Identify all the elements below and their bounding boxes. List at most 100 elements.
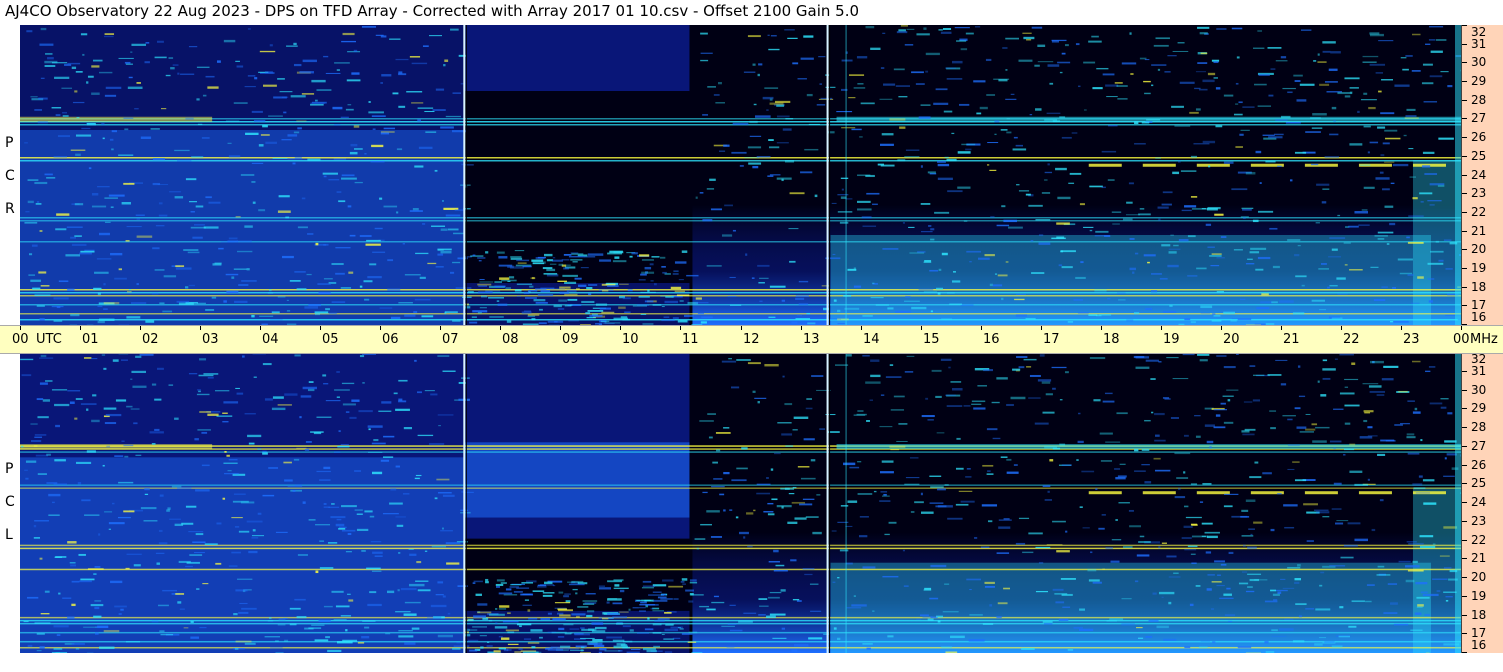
frequency-tick-mark: [1462, 558, 1467, 559]
frequency-tick-mark: [1462, 615, 1467, 616]
frequency-tick-mark: [1462, 137, 1467, 138]
frequency-tick-label-rcp: 19: [1471, 261, 1487, 275]
frequency-tick-label-rcp: 31: [1471, 37, 1487, 51]
time-tick-label: 05: [322, 332, 339, 347]
frequency-tick-mark: [1462, 305, 1467, 306]
time-tick-label: 06: [382, 332, 399, 347]
frequency-tick-label-rcp: 30: [1471, 55, 1487, 69]
time-tick-mark: [560, 326, 561, 330]
frequency-tick-label-lcp: 18: [1471, 608, 1487, 622]
frequency-tick-mark: [1462, 81, 1467, 82]
frequency-tick-label-rcp: 22: [1471, 205, 1487, 219]
time-tick-mark: [1161, 326, 1162, 330]
time-tick-label: 22: [1343, 332, 1360, 347]
time-tick-mark: [620, 326, 621, 330]
time-tick-label: 04: [262, 332, 279, 347]
frequency-tick-label-lcp: 28: [1471, 420, 1487, 434]
time-tick-mark: [1341, 326, 1342, 330]
frequency-tick-label-lcp: 30: [1471, 383, 1487, 397]
frequency-tick-label-lcp: 22: [1471, 533, 1487, 547]
spectrogram-image: [20, 25, 1461, 325]
frequency-tick-label-rcp: 16: [1471, 310, 1487, 324]
time-tick-label: 07: [442, 332, 459, 347]
time-tick-mark: [921, 326, 922, 330]
lcp-frequency-axis: 32 31 30 29 28 27 26 25 24 23 22 21 20 19 18 17 16: [1461, 352, 1503, 653]
time-tick-mark: [20, 326, 21, 330]
frequency-tick-mark: [1462, 502, 1467, 503]
rcp-letter-2: C: [5, 168, 15, 184]
time-tick-label: 14: [863, 332, 880, 347]
frequency-tick-mark: [1462, 62, 1467, 63]
frequency-tick-label-rcp: 25: [1471, 149, 1487, 163]
time-tick-label: 02: [142, 332, 159, 347]
frequency-tick-mark: [1462, 44, 1467, 45]
spectrogram-image: [20, 352, 1461, 653]
time-tick-mark: [981, 326, 982, 330]
frequency-tick-mark: [1462, 652, 1467, 653]
time-tick-label: 08: [502, 332, 519, 347]
time-tick-mark: [801, 326, 802, 330]
frequency-tick-mark: [1462, 287, 1467, 288]
frequency-tick-label-rcp: 23: [1471, 186, 1487, 200]
frequency-tick-label-rcp: 24: [1471, 168, 1487, 182]
time-tick-mark: [80, 326, 81, 330]
time-tick-mark: [200, 326, 201, 330]
frequency-tick-label-rcp: 29: [1471, 74, 1487, 88]
lcp-letter-2: C: [5, 494, 15, 510]
time-tick-label: 20: [1223, 332, 1240, 347]
frequency-tick-label-lcp: 16: [1471, 638, 1487, 652]
frequency-tick-label-lcp: 23: [1471, 514, 1487, 528]
frequency-tick-mark: [1462, 249, 1467, 250]
frequency-tick-mark: [1462, 390, 1467, 391]
time-tick-mark: [680, 326, 681, 330]
frequency-tick-mark: [1462, 156, 1467, 157]
rcp-frequency-axis: 32 31 30 29 28 27 26 25 24 23 22 21 20 19 18 17 16: [1461, 25, 1503, 325]
frequency-tick-mark: [1462, 118, 1467, 119]
time-tick-mark: [1401, 326, 1402, 330]
frequency-tick-mark: [1462, 446, 1467, 447]
frequency-tick-mark: [1462, 577, 1467, 578]
time-tick-label: 17: [1043, 332, 1060, 347]
figure-title: AJ4CO Observatory 22 Aug 2023 - DPS on T…: [5, 2, 860, 20]
time-tick-label: 10: [622, 332, 639, 347]
frequency-tick-mark: [1462, 408, 1467, 409]
frequency-tick-mark: [1462, 231, 1467, 232]
time-tick-mark: [260, 326, 261, 330]
spectrogram-figure: AJ4CO Observatory 22 Aug 2023 - DPS on T…: [0, 0, 1503, 672]
frequency-tick-label-rcp: 26: [1471, 130, 1487, 144]
frequency-tick-label-rcp: 28: [1471, 93, 1487, 107]
lcp-spectrogram: [20, 352, 1461, 653]
time-tick-label: 15: [923, 332, 940, 347]
time-tick-label: 19: [1163, 332, 1180, 347]
rcp-spectrogram: [20, 25, 1461, 325]
frequency-tick-label-lcp: 24: [1471, 495, 1487, 509]
time-tick-label: 21: [1283, 332, 1300, 347]
time-tick-label: 16: [983, 332, 1000, 347]
frequency-tick-mark: [1462, 465, 1467, 466]
frequency-tick-label-rcp: 18: [1471, 280, 1487, 294]
frequency-tick-mark: [1462, 175, 1467, 176]
frequency-tick-label-lcp: 25: [1471, 476, 1487, 490]
frequency-tick-label-lcp: 31: [1471, 364, 1487, 378]
frequency-tick-mark: [1462, 540, 1467, 541]
frequency-tick-mark: [1462, 100, 1467, 101]
frequency-tick-mark: [1462, 371, 1467, 372]
time-tick-mark: [380, 326, 381, 330]
rcp-letter-3: R: [5, 201, 15, 217]
frequency-tick-label-lcp: 29: [1471, 401, 1487, 415]
time-tick-label: 13: [803, 332, 820, 347]
time-tick-label: 23: [1403, 332, 1420, 347]
time-tick-mark: [1041, 326, 1042, 330]
frequency-tick-label-rcp: 21: [1471, 224, 1487, 238]
utc-time-axis: 00 01 02 03 04 05 06 07 08 09 10 11 12 13 14 15 16 17 18 19…: [0, 325, 1503, 354]
frequency-tick-mark: [1462, 483, 1467, 484]
frequency-tick-mark: [1462, 521, 1467, 522]
frequency-tick-mark: [1462, 596, 1467, 597]
frequency-tick-mark: [1462, 193, 1467, 194]
time-tick-mark: [1221, 326, 1222, 330]
frequency-tick-mark: [1462, 268, 1467, 269]
rcp-letter-1: P: [5, 135, 14, 151]
time-tick-label: 12: [743, 332, 760, 347]
time-tick-label: 00: [12, 332, 29, 347]
time-unit-label: UTC: [36, 332, 62, 347]
